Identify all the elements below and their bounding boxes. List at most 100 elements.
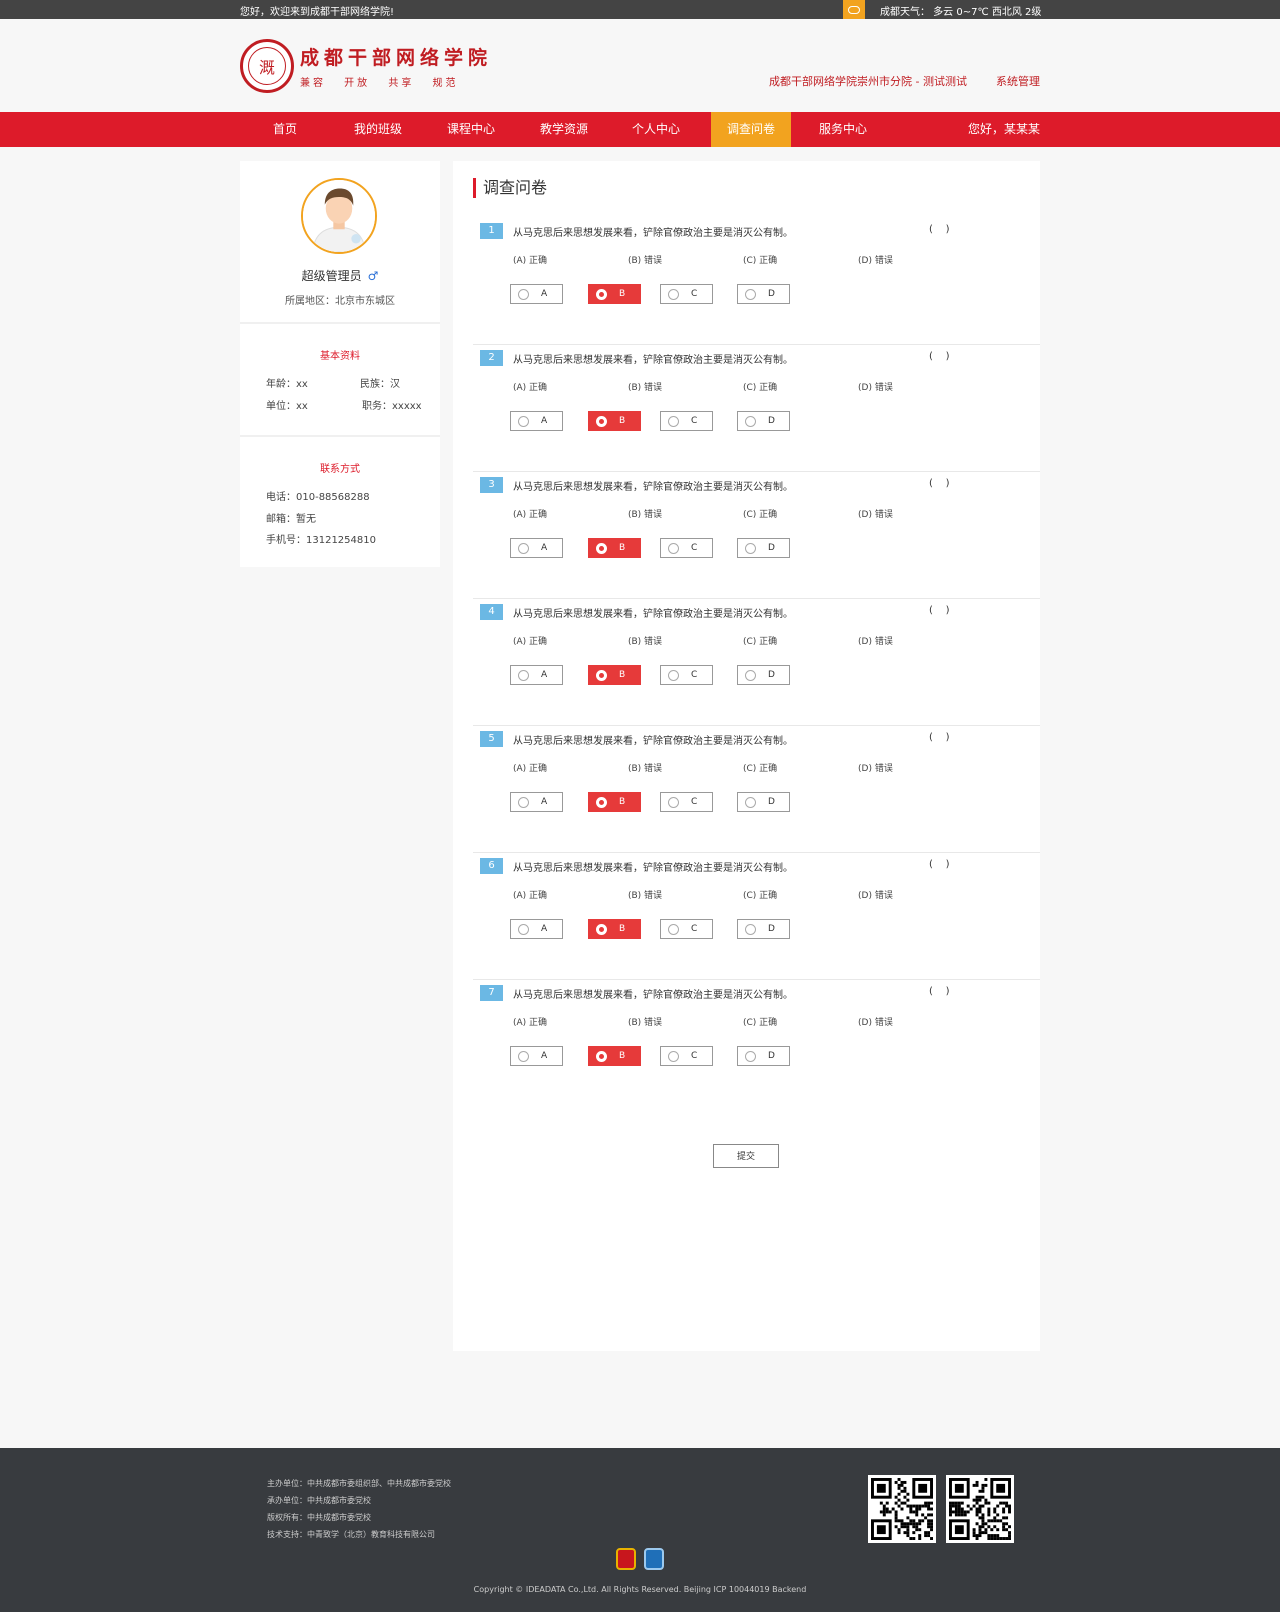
branch-link[interactable]: 成都干部网络学院崇州市分院 - 测试测试 xyxy=(769,73,967,89)
answer-choice-c[interactable]: C xyxy=(660,665,713,685)
answer-choice-a[interactable]: A xyxy=(510,1046,563,1066)
question-text: 从马克思后来思想发展来看，铲除官僚政治主要是消灭公有制。 xyxy=(513,736,793,747)
question-number: 2 xyxy=(480,350,503,366)
answer-choice-b[interactable]: B xyxy=(588,792,641,812)
answer-choice-c[interactable]: C xyxy=(660,792,713,812)
qr-code-icon[interactable] xyxy=(868,1475,936,1543)
nav-home[interactable]: 首页 xyxy=(258,112,312,147)
weather-text: 成都天气： 多云 0~7℃ 西北风 2级 xyxy=(880,7,1042,18)
answer-choice-b[interactable]: B xyxy=(588,411,641,431)
survey-question: 6 从马克思后来思想发展来看，铲除官僚政治主要是消灭公有制。 ( ) (A) 正确 (B… xyxy=(473,853,1040,980)
radio-icon[interactable] xyxy=(518,543,529,554)
radio-icon[interactable] xyxy=(518,1051,529,1062)
radio-icon[interactable] xyxy=(745,797,756,808)
nav-course-center[interactable]: 课程中心 xyxy=(439,112,503,147)
nav-survey[interactable]: 调查问卷 xyxy=(711,112,791,147)
answer-choice-b[interactable]: B xyxy=(588,1046,641,1066)
option-label: (B) 错误 xyxy=(628,891,663,901)
choice-letter: D xyxy=(768,670,775,680)
submit-button[interactable]: 提交 xyxy=(713,1144,779,1168)
radio-icon[interactable] xyxy=(596,670,607,681)
radio-icon[interactable] xyxy=(518,416,529,427)
answer-choice-d[interactable]: D xyxy=(737,919,790,939)
answer-choice-a[interactable]: A xyxy=(510,411,563,431)
option-label: (B) 错误 xyxy=(628,383,663,393)
government-badge-icon[interactable] xyxy=(644,1548,664,1570)
option-label: (D) 错误 xyxy=(858,510,893,520)
radio-icon[interactable] xyxy=(596,924,607,935)
radio-icon[interactable] xyxy=(518,670,529,681)
site-title[interactable]: 成都干部网络学院 xyxy=(300,43,492,70)
radio-icon[interactable] xyxy=(596,416,607,427)
nav-personal-center[interactable]: 个人中心 xyxy=(624,112,688,147)
radio-icon[interactable] xyxy=(596,1051,607,1062)
radio-icon[interactable] xyxy=(668,797,679,808)
choice-letter: D xyxy=(768,543,775,553)
radio-icon[interactable] xyxy=(745,670,756,681)
option-label: (B) 错误 xyxy=(628,637,663,647)
answer-choice-c[interactable]: C xyxy=(660,919,713,939)
nav-teaching-resources[interactable]: 教学资源 xyxy=(532,112,596,147)
footer-tech-support: 技术支持：中青致学（北京）教育科技有限公司 xyxy=(267,1530,435,1539)
radio-icon[interactable] xyxy=(668,416,679,427)
radio-icon[interactable] xyxy=(518,924,529,935)
contact-title: 联系方式 xyxy=(320,464,360,475)
radio-icon[interactable] xyxy=(596,797,607,808)
radio-icon[interactable] xyxy=(745,416,756,427)
choice-letter: B xyxy=(619,416,626,426)
radio-icon[interactable] xyxy=(596,289,607,300)
radio-icon[interactable] xyxy=(745,924,756,935)
avatar[interactable] xyxy=(301,178,377,254)
answer-choice-c[interactable]: C xyxy=(660,284,713,304)
party-emblem-icon[interactable] xyxy=(616,1548,636,1570)
choice-letter: A xyxy=(541,797,548,807)
option-label: (B) 错误 xyxy=(628,764,663,774)
answer-choice-d[interactable]: D xyxy=(737,284,790,304)
survey-question: 2 从马克思后来思想发展来看，铲除官僚政治主要是消灭公有制。 ( ) (A) 正确 (B… xyxy=(473,345,1040,472)
option-label: (A) 正确 xyxy=(513,256,548,266)
radio-icon[interactable] xyxy=(518,289,529,300)
radio-icon[interactable] xyxy=(668,670,679,681)
answer-choice-a[interactable]: A xyxy=(510,538,563,558)
answer-choice-b[interactable]: B xyxy=(588,665,641,685)
answer-choice-d[interactable]: D xyxy=(737,792,790,812)
footer-organizer: 主办单位：中共成都市委组织部、中共成都市委党校 xyxy=(267,1479,451,1488)
radio-icon[interactable] xyxy=(668,1051,679,1062)
radio-icon[interactable] xyxy=(668,289,679,300)
answer-choice-a[interactable]: A xyxy=(510,284,563,304)
user-greeting[interactable]: 您好，某某某 xyxy=(968,112,1040,147)
answer-choice-c[interactable]: C xyxy=(660,411,713,431)
nav-my-class[interactable]: 我的班级 xyxy=(346,112,410,147)
choice-letter: D xyxy=(768,924,775,934)
answer-choice-b[interactable]: B xyxy=(588,284,641,304)
site-slogan: 兼容 开放 共享 规范 xyxy=(300,78,459,89)
radio-icon[interactable] xyxy=(668,543,679,554)
system-admin-link[interactable]: 系统管理 xyxy=(996,73,1040,89)
radio-icon[interactable] xyxy=(668,924,679,935)
answer-choice-a[interactable]: A xyxy=(510,919,563,939)
radio-icon[interactable] xyxy=(745,289,756,300)
question-text: 从马克思后来思想发展来看，铲除官僚政治主要是消灭公有制。 xyxy=(513,228,793,239)
mobile-info: 手机号：13121254810 xyxy=(266,535,376,546)
qr-code-icon[interactable] xyxy=(946,1475,1014,1543)
answer-choice-c[interactable]: C xyxy=(660,538,713,558)
logo-seal-icon[interactable]: 溉 xyxy=(240,39,294,93)
answer-choice-a[interactable]: A xyxy=(510,665,563,685)
radio-icon[interactable] xyxy=(518,797,529,808)
answer-choice-d[interactable]: D xyxy=(737,1046,790,1066)
nav-service-center[interactable]: 服务中心 xyxy=(811,112,875,147)
radio-icon[interactable] xyxy=(596,543,607,554)
option-label: (C) 正确 xyxy=(743,637,778,647)
answer-blank: ( ) xyxy=(929,351,950,362)
radio-icon[interactable] xyxy=(745,543,756,554)
answer-choice-c[interactable]: C xyxy=(660,1046,713,1066)
answer-choice-b[interactable]: B xyxy=(588,538,641,558)
answer-choice-b[interactable]: B xyxy=(588,919,641,939)
radio-icon[interactable] xyxy=(745,1051,756,1062)
answer-choice-d[interactable]: D xyxy=(737,538,790,558)
answer-choice-d[interactable]: D xyxy=(737,665,790,685)
answer-choice-a[interactable]: A xyxy=(510,792,563,812)
option-label: (A) 正确 xyxy=(513,510,548,520)
answer-choice-d[interactable]: D xyxy=(737,411,790,431)
option-label: (C) 正确 xyxy=(743,764,778,774)
